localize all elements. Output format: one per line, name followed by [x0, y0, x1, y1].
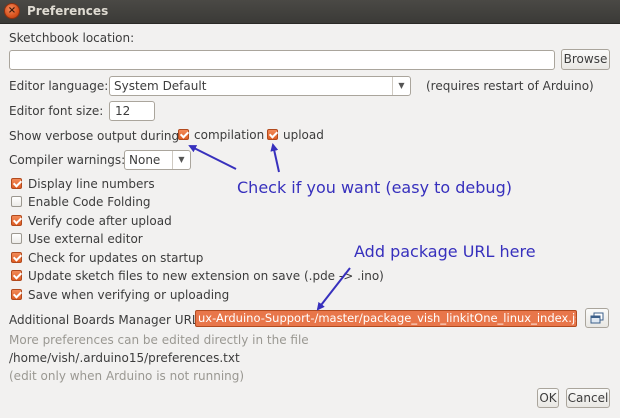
annotation-arrows — [188, 143, 351, 311]
arrow-to-upload — [270, 143, 280, 173]
arrow-to-compilation — [188, 145, 237, 170]
arrow-to-url — [316, 267, 351, 311]
